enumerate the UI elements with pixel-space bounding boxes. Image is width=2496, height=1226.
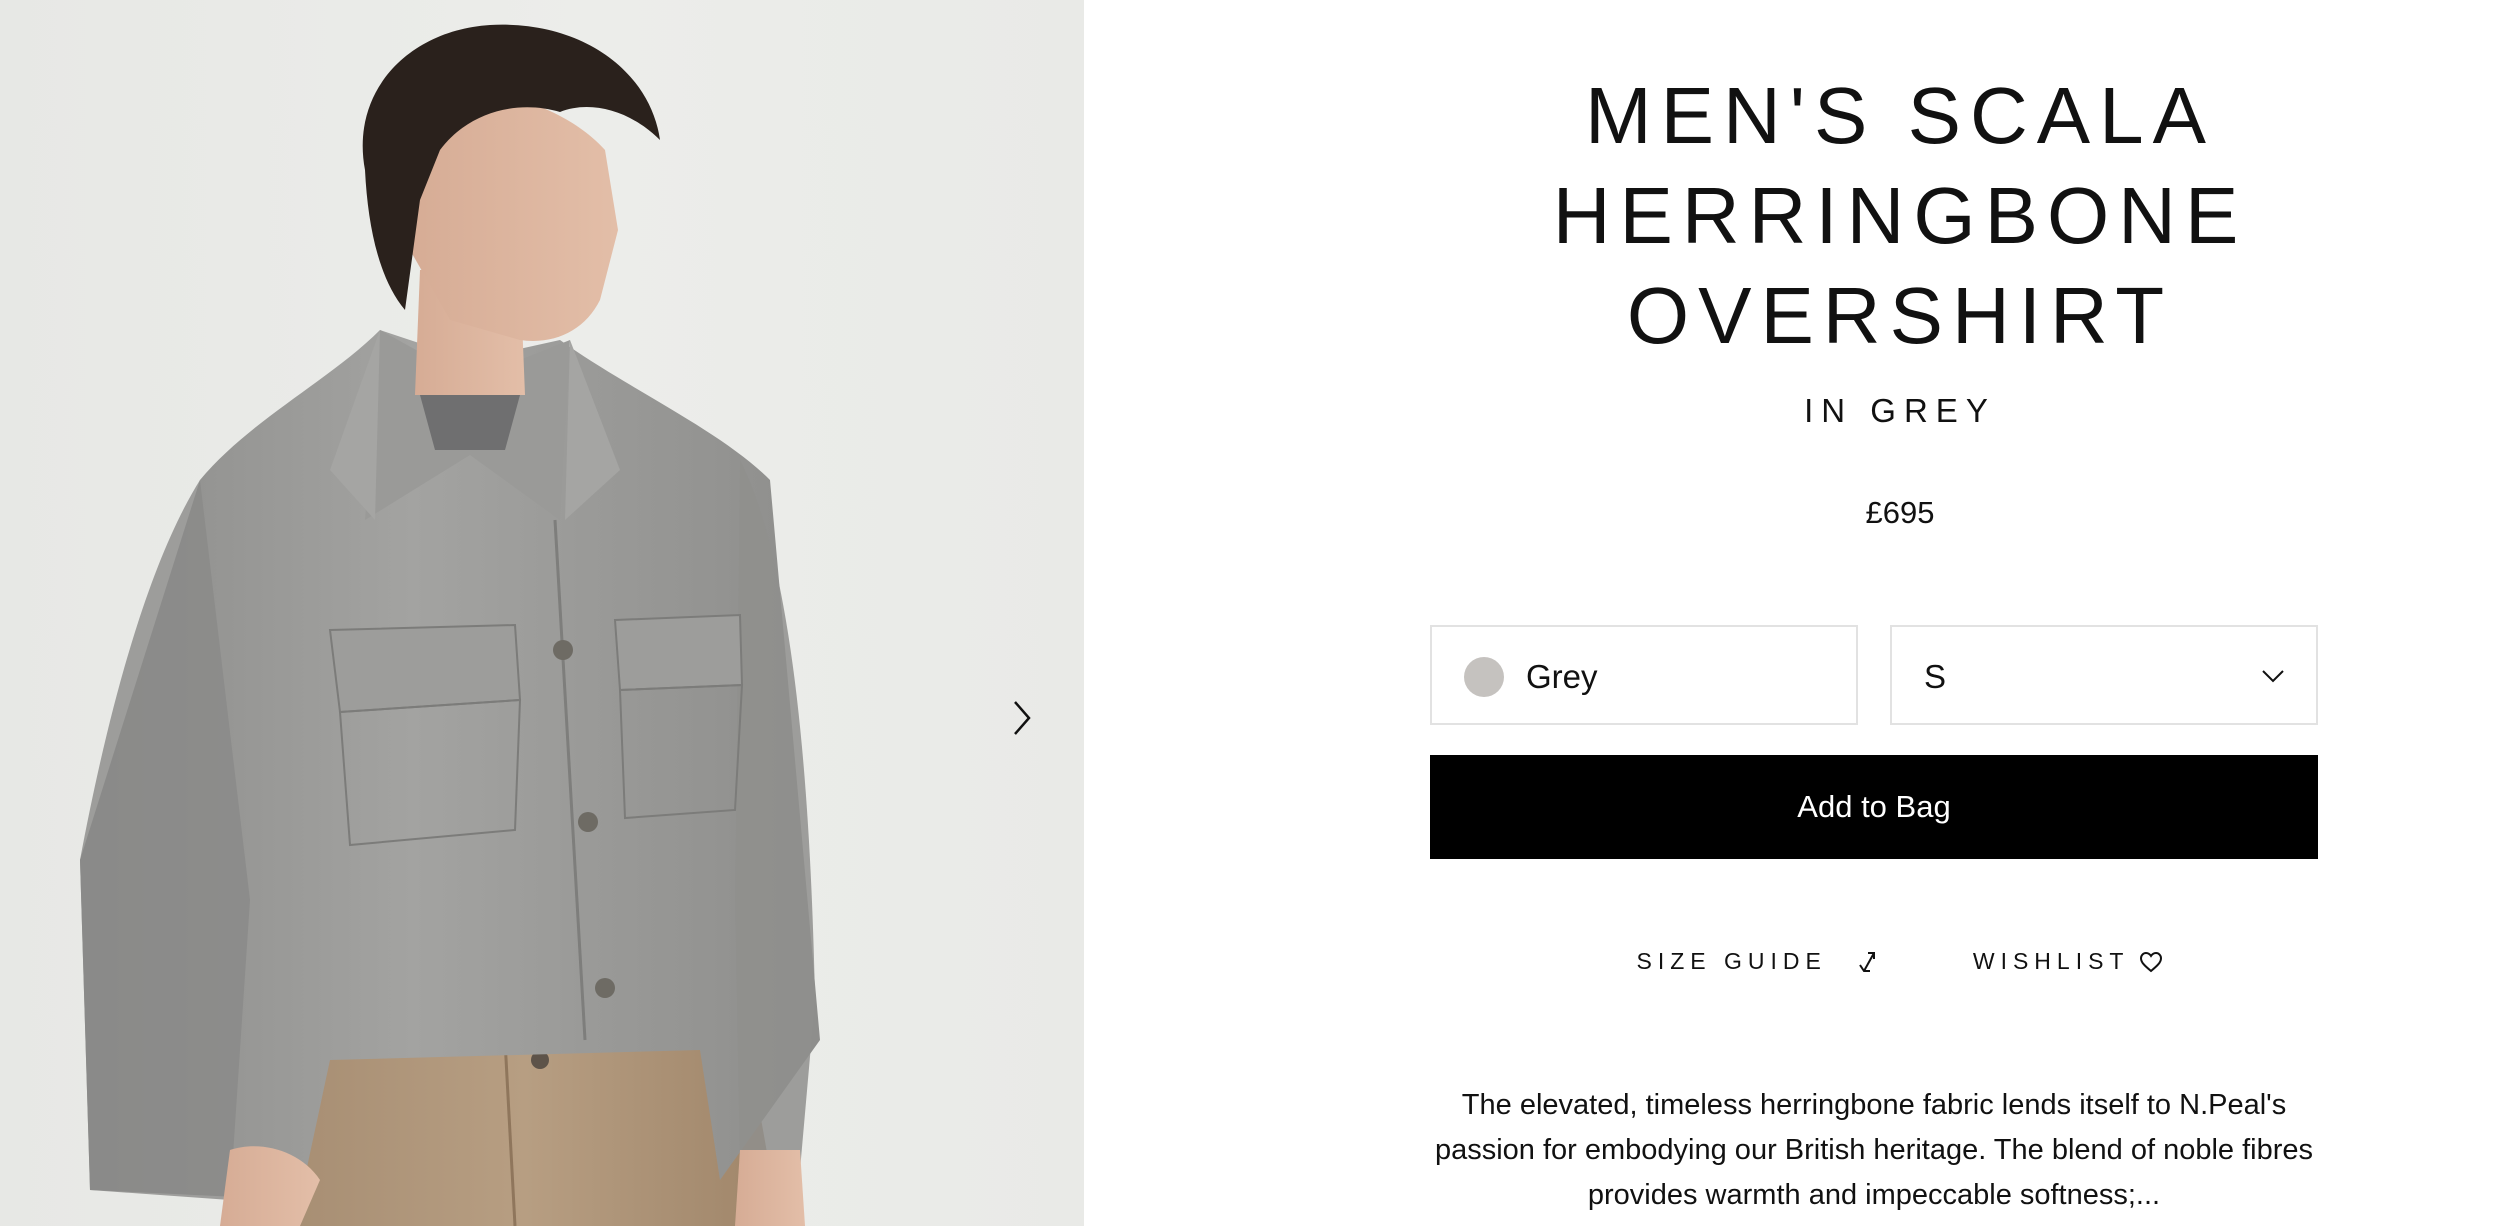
resize-arrows-icon (1859, 951, 1875, 972)
product-color-subtitle: IN GREY (1804, 392, 1996, 429)
size-select[interactable]: S (1890, 625, 2318, 725)
product-photo (80, 24, 820, 1226)
product-info-panel: MEN'S SCALA HERRINGBONE OVERSHIRT IN GRE… (1084, 0, 2496, 1226)
product-title-line-3: OVERSHIRT (1626, 271, 2174, 360)
color-selector-value: Grey (1526, 658, 1598, 695)
product-title-line-1: MEN'S SCALA (1585, 71, 2215, 160)
wishlist-link[interactable]: WISHLIST (1973, 948, 2164, 975)
size-guide-link[interactable]: SIZE GUIDE (1637, 948, 1881, 975)
color-swatch (1464, 657, 1504, 697)
product-title-line-2: HERRINGBONE (1552, 171, 2248, 260)
color-selector[interactable]: Grey (1430, 625, 1858, 725)
size-select-value: S (1924, 658, 1947, 695)
add-to-bag-button[interactable]: Add to Bag (1430, 755, 2318, 859)
size-guide-label: SIZE GUIDE (1636, 948, 1827, 974)
chevron-down-icon (2262, 670, 2284, 683)
wishlist-label: WISHLIST (1972, 948, 2130, 974)
product-description: The elevated, timeless herringbone fabri… (1434, 1089, 2314, 1211)
heart-icon (2140, 951, 2163, 972)
product-page: MEN'S SCALA HERRINGBONE OVERSHIRT IN GRE… (0, 0, 2496, 1226)
product-image-gallery (0, 0, 1084, 1226)
product-title: MEN'S SCALA HERRINGBONE OVERSHIRT (1084, 66, 2496, 366)
product-price: £695 (1865, 495, 1935, 530)
product-actions: SIZE GUIDE WISHLIST (1084, 948, 2496, 975)
chevron-right-icon[interactable] (1002, 698, 1042, 738)
